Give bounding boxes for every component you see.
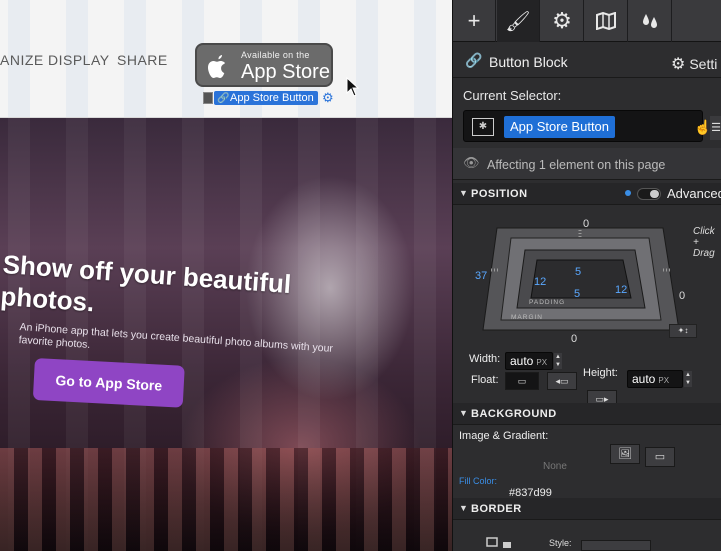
advanced-toggle[interactable] [625,188,661,200]
height-stepper[interactable]: ▲ ▼ [684,371,692,387]
border-style-select[interactable] [581,540,651,551]
border-style-label: Style: [549,538,572,548]
affecting-row: 👁 Affecting 1 element on this page [453,148,721,180]
nav-link-organize[interactable]: ANIZE [0,52,44,68]
selector-tag-label: App Store Button [230,92,314,104]
width-label: Width: [469,353,501,365]
panel-toolbar: + 🖌 ⚙ [453,0,721,42]
mouse-cursor-icon [346,77,360,97]
padding-bottom-value[interactable]: 5 [574,288,580,300]
selector-menu-button[interactable]: ☰ [710,116,721,140]
hero-heading: Show off your beautiful photos. [0,248,293,318]
position-section-header[interactable]: ▼ POSITION Advanced [453,183,721,205]
height-value: auto [632,372,656,386]
apple-icon [208,55,225,78]
gear-icon: ⚙ [671,56,686,73]
app-store-badge[interactable]: Available on the App Store [195,43,333,87]
image-gradient-label: Image & Gradient: [459,430,549,442]
pointer-cursor-icon: ☝ [694,119,712,135]
go-to-app-store-button[interactable]: Go to App Store [32,358,185,408]
width-stepper[interactable]: ▲ ▼ [554,353,562,369]
advanced-switch[interactable] [637,188,661,200]
selector-chip[interactable]: App Store Button [504,116,616,138]
add-image-button[interactable]: 🖼 [610,444,640,464]
fill-color-label: Fill Color: [459,476,498,486]
background-none-text: None [543,461,567,472]
link-icon: 🔗 [465,52,483,68]
style-tool-button[interactable]: 🖌 [497,0,540,42]
collapse-arrow-icon: ▼ [459,408,468,418]
website-canvas[interactable]: ANIZE DISPLAY SHARE Available on the App… [0,0,452,551]
add-tool-button[interactable]: + [453,0,496,42]
border-heading: BORDER [471,503,522,515]
extra-tool-button[interactable] [673,0,721,42]
plus-icon: + [467,8,481,33]
style-panel: + 🖌 ⚙ 🔗 Button Block ⚙ Setti Current Sele… [452,0,721,551]
brush-icon: 🖌 [505,10,531,33]
height-unit[interactable]: PX [658,376,669,385]
element-type-icon: ✱ [472,118,494,136]
drag-hint: Click + Drag [693,226,715,259]
nav-link-display[interactable]: DISPLAY [48,52,110,68]
float-none-button[interactable]: ▭ [505,372,539,390]
margin-bottom-value[interactable]: 0 [571,333,577,345]
background-heading: BACKGROUND [471,408,557,420]
padding-left-value[interactable]: 12 [534,276,546,288]
assets-tool-button[interactable] [629,0,672,42]
hero-section: Show off your beautiful photos. An iPhon… [0,118,452,551]
margin-right-value[interactable]: 0 [679,290,685,302]
margin-left-value[interactable]: 37 [475,270,487,282]
badge-small-text: Available on the [241,50,310,60]
block-title: Button Block [489,54,568,70]
badge-big-text: App Store [241,61,330,83]
gear-icon: ⚙ [552,8,572,33]
grid-column [356,0,378,117]
padding-tag: PADDING [529,299,566,306]
background-section-header[interactable]: ▼ BACKGROUND [453,403,721,425]
float-left-button[interactable]: ◂▭ [547,372,577,390]
margin-tag: MARGIN [511,314,543,321]
padding-top-value[interactable]: 5 [575,266,581,278]
settings-tool-button[interactable]: ⚙ [541,0,584,42]
margin-top-value[interactable]: 0 [583,218,589,230]
gear-icon[interactable]: ⚙ [322,90,334,106]
current-selector-label: Current Selector: [463,88,562,103]
nav-link-share[interactable]: SHARE [117,52,168,68]
map-icon [596,12,616,30]
site-navbar: ANIZE DISPLAY SHARE Available on the App… [0,0,452,118]
border-side-icons[interactable] [473,530,533,551]
collapse-arrow-icon: ▼ [459,503,468,513]
advanced-indicator [625,190,631,196]
block-settings-label: Setti [689,56,718,72]
float-label: Float: [471,374,499,386]
eye-off-icon: 👁 [463,155,480,170]
drops-icon [643,14,657,28]
padding-right-value[interactable]: 12 [615,284,627,296]
affecting-text: Affecting 1 element on this page [487,158,666,172]
width-unit[interactable]: PX [536,358,547,367]
element-selector-tag[interactable]: 🔗 App Store Button [214,91,318,105]
hero-photo-keyboard [0,448,452,551]
collapse-arrow-icon: ▼ [459,188,468,198]
height-input[interactable]: auto PX [627,370,683,388]
block-settings-button[interactable]: ⚙ Setti [671,54,717,74]
selector-field[interactable]: ✱ App Store Button ☝ [463,110,711,142]
position-heading: POSITION [471,188,528,200]
add-gradient-button[interactable]: ▭ [645,447,675,467]
link-icon: 🔗 [217,93,230,104]
navigator-tool-button[interactable] [585,0,628,42]
drag-handle[interactable] [203,92,213,104]
border-section-header[interactable]: ▼ BORDER [453,498,721,520]
expand-box-model-button[interactable]: ✦↕ [669,324,697,338]
width-value: auto [510,354,534,368]
advanced-label: Advanced [667,186,721,201]
block-header: 🔗 Button Block ⚙ Setti [453,44,721,78]
width-input[interactable]: auto PX [505,352,553,370]
grid-column [414,0,436,117]
height-label: Height: [583,367,618,379]
